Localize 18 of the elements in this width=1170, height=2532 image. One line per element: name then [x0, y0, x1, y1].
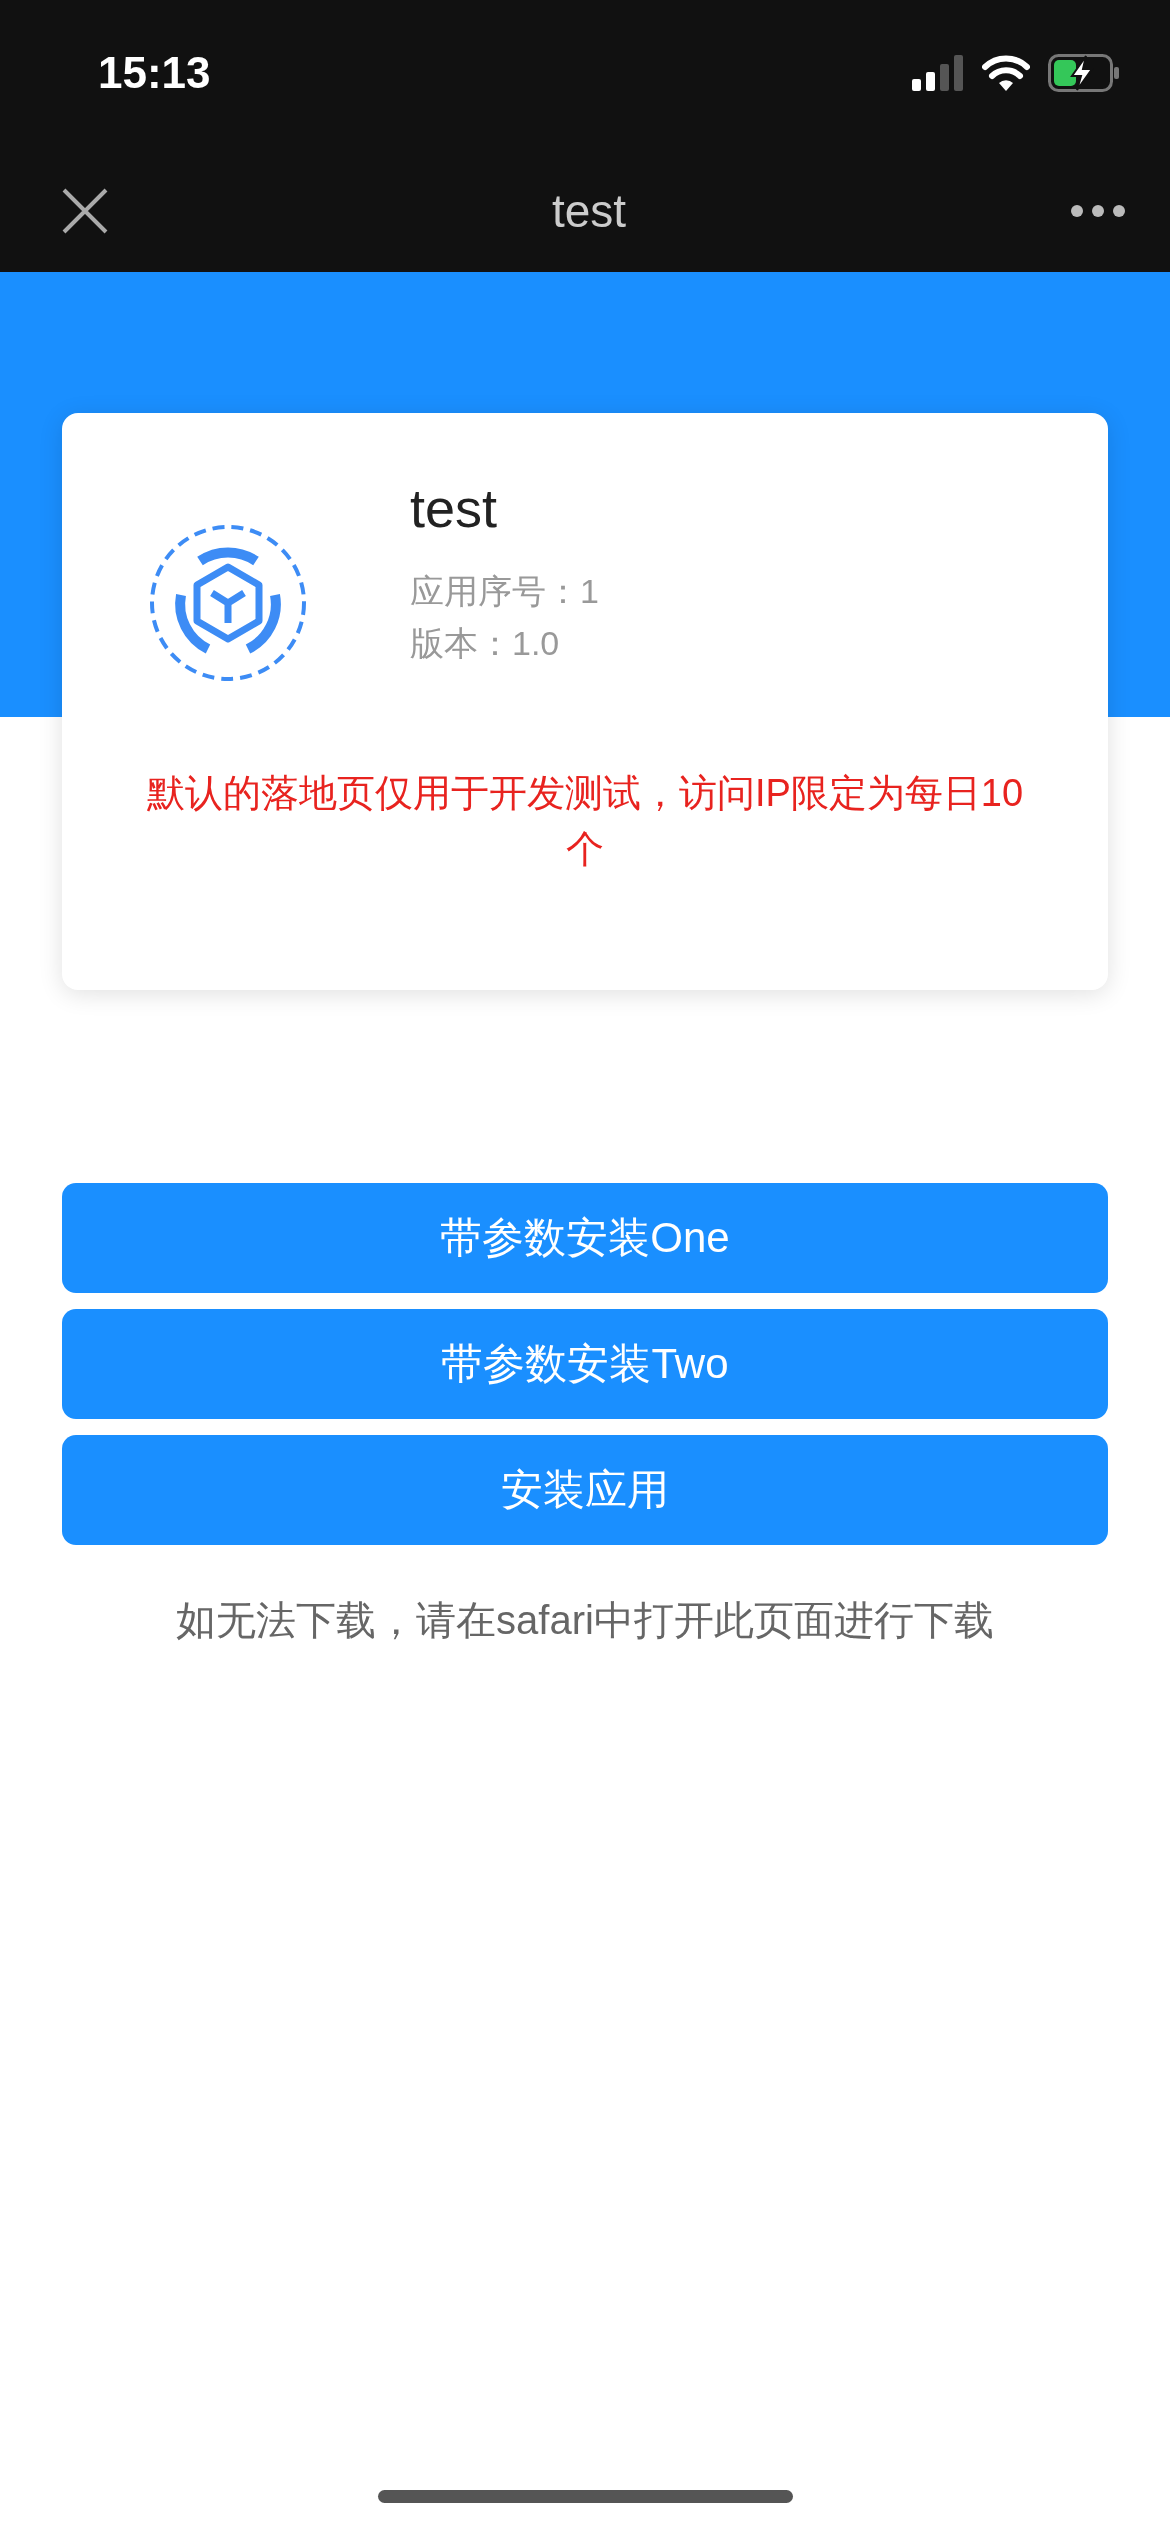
- status-time: 15:13: [98, 48, 211, 99]
- wifi-icon: [982, 55, 1030, 91]
- more-icon: [1070, 204, 1126, 218]
- app-detail: 版本：1.0: [410, 623, 561, 664]
- signal-icon: [912, 55, 964, 91]
- download-hint: 如无法下载，请在safari中打开此页面进行下载: [175, 1597, 995, 1644]
- close-button[interactable]: [62, 188, 108, 234]
- more-button[interactable]: [1070, 204, 1126, 218]
- page-title: test: [551, 184, 627, 238]
- close-icon: [62, 188, 108, 234]
- cube-logo-icon: [148, 523, 308, 683]
- app-detail: 应用序号：1: [410, 571, 599, 612]
- notice-text: 默认的落地页仅用于开发测试，访问IP限定为每日10个: [145, 771, 1025, 872]
- install-button[interactable]: 带参数安装One: [62, 1183, 1108, 1293]
- install-button[interactable]: 带参数安装Two: [62, 1309, 1108, 1419]
- battery-charging-icon: [1048, 54, 1120, 92]
- install-button[interactable]: 安装应用: [62, 1435, 1108, 1545]
- app-name: test: [410, 481, 499, 535]
